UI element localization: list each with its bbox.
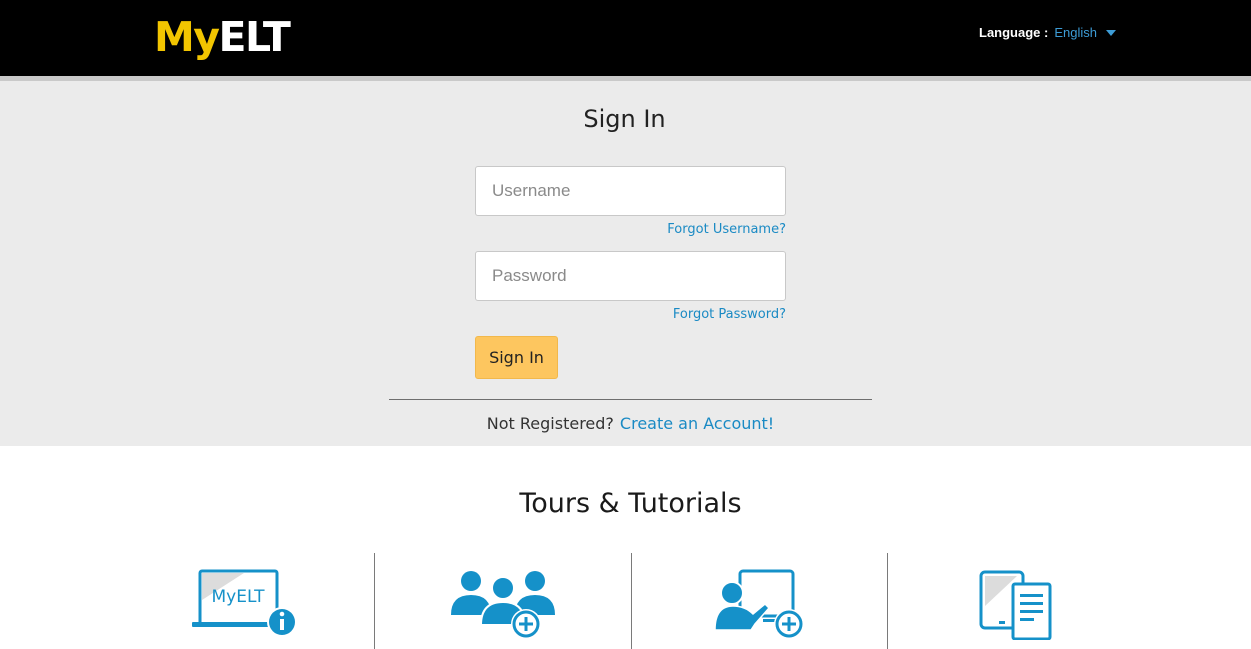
logo-elt-text: ELT xyxy=(218,13,291,61)
chevron-down-icon xyxy=(1105,30,1116,36)
add-group-icon xyxy=(450,571,555,638)
top-bar: MyELT Language : English xyxy=(0,0,1251,76)
myelt-logo[interactable]: MyELT xyxy=(154,12,291,62)
tour-tile-class[interactable] xyxy=(630,553,888,649)
create-account-link[interactable]: Create an Account! xyxy=(620,414,774,433)
username-input[interactable] xyxy=(475,166,786,216)
logo-my-text: My xyxy=(154,13,220,61)
signin-button[interactable]: Sign In xyxy=(475,336,558,379)
language-value: English xyxy=(1054,25,1097,40)
tour-tile-groups[interactable] xyxy=(373,553,631,649)
password-input[interactable] xyxy=(475,251,786,301)
tour-tile-devices[interactable] xyxy=(887,553,1144,649)
signin-panel: Sign In Forgot Username? Forgot Password… xyxy=(0,81,1251,446)
language-dropdown[interactable]: English xyxy=(1054,25,1116,41)
not-registered-text: Not Registered? xyxy=(486,414,614,433)
tile-myelt-label: MyELT xyxy=(212,587,266,607)
forgot-password-link[interactable]: Forgot Password? xyxy=(673,307,786,322)
signin-title: Sign In xyxy=(583,105,666,133)
divider xyxy=(389,399,872,400)
language-label: Language : xyxy=(979,25,1049,40)
tour-tile-myelt[interactable]: MyELT xyxy=(117,553,374,649)
tours-title: Tours & Tutorials xyxy=(519,488,742,519)
myelt-info-icon: MyELT xyxy=(192,569,298,637)
add-class-icon xyxy=(714,569,805,638)
language-selector: Language : English xyxy=(979,25,1116,41)
forgot-username-link[interactable]: Forgot Username? xyxy=(667,222,786,237)
tours-tiles: MyELT xyxy=(117,553,1144,649)
register-row: Not Registered? Create an Account! xyxy=(0,414,1251,433)
devices-icon xyxy=(979,570,1052,640)
